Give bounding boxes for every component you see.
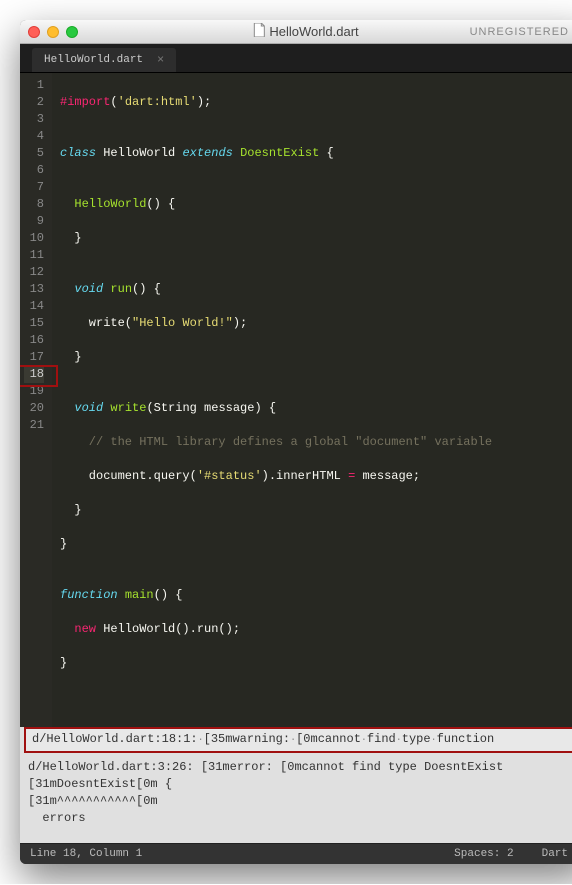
code-token: DoesntExist — [240, 146, 319, 160]
window-title-text: HelloWorld.dart — [269, 24, 358, 39]
editor-window: HelloWorld.dart UNREGISTERED HelloWorld.… — [20, 20, 572, 864]
error-token: d/HelloWorld.dart:18:1: — [32, 732, 198, 746]
minimize-window-button[interactable] — [47, 26, 59, 38]
code-area[interactable]: #import('dart:html'); class HelloWorld e… — [52, 73, 572, 727]
code-line: } — [60, 536, 572, 553]
code-token: void — [74, 282, 103, 296]
code-token: extends — [182, 146, 232, 160]
code-token: () { — [146, 197, 175, 211]
code-token: #import — [60, 95, 110, 109]
code-token: ); — [197, 95, 211, 109]
code-token: void — [74, 401, 103, 415]
code-token: HelloWorld — [96, 146, 182, 160]
code-token: document.query( — [60, 469, 197, 483]
cursor-position[interactable]: Line 18, Column 1 — [30, 848, 142, 860]
registration-status: UNREGISTERED — [470, 26, 572, 38]
code-line: } — [60, 349, 572, 366]
code-token: (String message) { — [146, 401, 276, 415]
indent-setting[interactable]: Spaces: 2 — [440, 848, 527, 860]
code-token — [118, 588, 125, 602]
error-token: type — [402, 732, 431, 746]
code-token: ( — [110, 95, 117, 109]
code-token: '#status' — [197, 469, 262, 483]
code-token: class — [60, 146, 96, 160]
code-token: { — [319, 146, 333, 160]
build-output-panel[interactable]: d/HelloWorld.dart:18:1:·[35mwarning:·[0m… — [20, 727, 572, 843]
code-token: () { — [132, 282, 161, 296]
code-token: () { — [154, 588, 183, 602]
code-token: message; — [355, 469, 420, 483]
file-icon — [253, 23, 265, 40]
error-token: function — [437, 732, 495, 746]
error-output-text: d/HelloWorld.dart:3:26: [31merror: [0mca… — [20, 753, 572, 843]
tab-helloworld[interactable]: HelloWorld.dart × — [32, 48, 176, 72]
code-token: ); — [233, 316, 247, 330]
code-line: } — [60, 502, 572, 519]
window-title: HelloWorld.dart — [253, 23, 358, 40]
tab-label: HelloWorld.dart — [44, 54, 143, 66]
code-token — [60, 282, 74, 296]
code-token: 'dart:html' — [118, 95, 197, 109]
code-token — [60, 401, 74, 415]
code-token — [60, 622, 74, 636]
line-number-gutter[interactable]: 123456789101112131415161718192021 — [20, 73, 52, 727]
zoom-window-button[interactable] — [66, 26, 78, 38]
code-line: } — [60, 230, 572, 247]
tab-bar: HelloWorld.dart × — [20, 44, 572, 73]
code-token: write — [110, 401, 146, 415]
code-line: // the HTML library defines a global "do… — [60, 434, 572, 451]
code-token: HelloWorld — [74, 197, 146, 211]
highlighted-error-line[interactable]: d/HelloWorld.dart:18:1:·[35mwarning:·[0m… — [24, 727, 572, 753]
error-token: [35mwarning: — [204, 732, 290, 746]
code-token: ).innerHTML — [262, 469, 348, 483]
error-token: find — [367, 732, 396, 746]
code-line: } — [60, 655, 572, 672]
syntax-mode[interactable]: Dart — [528, 848, 572, 860]
code-token: write( — [60, 316, 132, 330]
code-token — [60, 197, 74, 211]
code-editor[interactable]: 123456789101112131415161718192021 #impor… — [20, 73, 572, 727]
code-token: HelloWorld().run(); — [96, 622, 240, 636]
close-window-button[interactable] — [28, 26, 40, 38]
code-token: new — [74, 622, 96, 636]
traffic-lights — [28, 26, 78, 38]
titlebar[interactable]: HelloWorld.dart UNREGISTERED — [20, 20, 572, 44]
error-token: [0mcannot — [296, 732, 361, 746]
code-token: run — [110, 282, 132, 296]
status-bar: Line 18, Column 1 Spaces: 2 Dart — [20, 843, 572, 864]
code-token: function — [60, 588, 118, 602]
code-token: main — [125, 588, 154, 602]
code-token — [233, 146, 240, 160]
tab-close-button[interactable]: × — [157, 53, 164, 67]
code-token: "Hello World!" — [132, 316, 233, 330]
